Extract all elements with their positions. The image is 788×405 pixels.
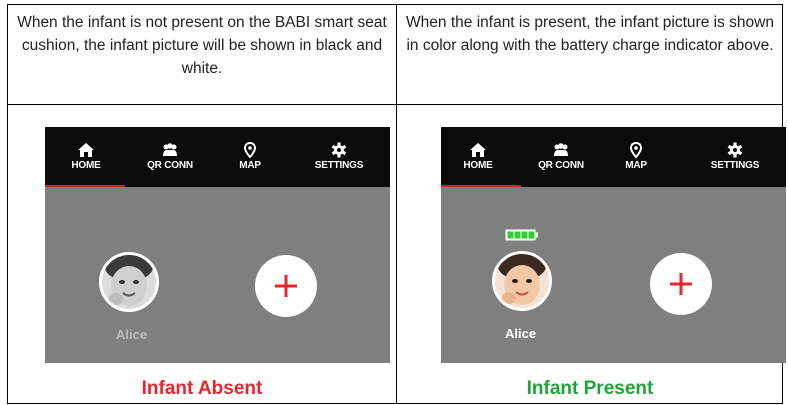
column-divider [396, 5, 397, 403]
nav-bar: HOME QR CONN MAP SETTINGS [45, 127, 390, 187]
gear-icon [727, 142, 743, 158]
add-child-button[interactable] [650, 253, 712, 315]
tab-settings[interactable]: SETTINGS [689, 127, 781, 187]
tab-qr-label: QR CONN [538, 160, 584, 171]
tab-map[interactable]: MAP [220, 127, 280, 187]
tab-home-label: HOME [463, 160, 493, 171]
app-screen-absent: HOME QR CONN MAP SETTINGS Alice [45, 127, 390, 363]
tab-home-label: HOME [71, 160, 101, 171]
active-tab-indicator [441, 185, 521, 187]
gear-icon [331, 142, 347, 158]
caption-infant-present: Infant Present [526, 378, 654, 399]
child-name-present: Alice [505, 326, 537, 341]
app-screen-present: HOME QR CONN MAP SETTINGS Alice [441, 127, 786, 363]
tab-map-label: MAP [625, 160, 647, 171]
caption-infant-absent: Infant Absent [141, 378, 263, 399]
tab-qr-conn[interactable]: QR CONN [130, 127, 210, 187]
tab-home[interactable]: HOME [51, 127, 121, 187]
people-icon [163, 143, 177, 156]
tab-settings[interactable]: SETTINGS [293, 127, 385, 187]
tab-qr-conn[interactable]: QR CONN [521, 127, 601, 187]
child-name-absent: Alice [116, 327, 148, 342]
home-icon [78, 143, 94, 157]
plus-icon [670, 273, 692, 295]
absent-description: When the infant is not present on the BA… [17, 14, 387, 77]
map-pin-icon [629, 142, 643, 158]
tab-qr-label: QR CONN [147, 160, 193, 171]
people-icon [554, 143, 568, 156]
active-tab-indicator [45, 185, 125, 187]
map-pin-icon [243, 142, 257, 158]
present-description: When the infant is present, the infant p… [406, 14, 774, 54]
home-icon [470, 143, 486, 157]
tab-home[interactable]: HOME [443, 127, 513, 187]
add-child-button[interactable] [255, 255, 317, 317]
infant-avatar-grayscale[interactable] [99, 252, 159, 312]
plus-icon [275, 275, 297, 297]
tab-settings-label: SETTINGS [314, 160, 364, 171]
row-divider [8, 104, 782, 105]
tab-settings-label: SETTINGS [710, 160, 760, 171]
battery-icon [505, 229, 538, 241]
tab-map[interactable]: MAP [606, 127, 666, 187]
infant-avatar-color[interactable] [492, 251, 552, 311]
comparison-table: When the infant is not present on the BA… [7, 4, 786, 404]
nav-bar: HOME QR CONN MAP SETTINGS [441, 127, 786, 187]
tab-map-label: MAP [239, 160, 261, 171]
